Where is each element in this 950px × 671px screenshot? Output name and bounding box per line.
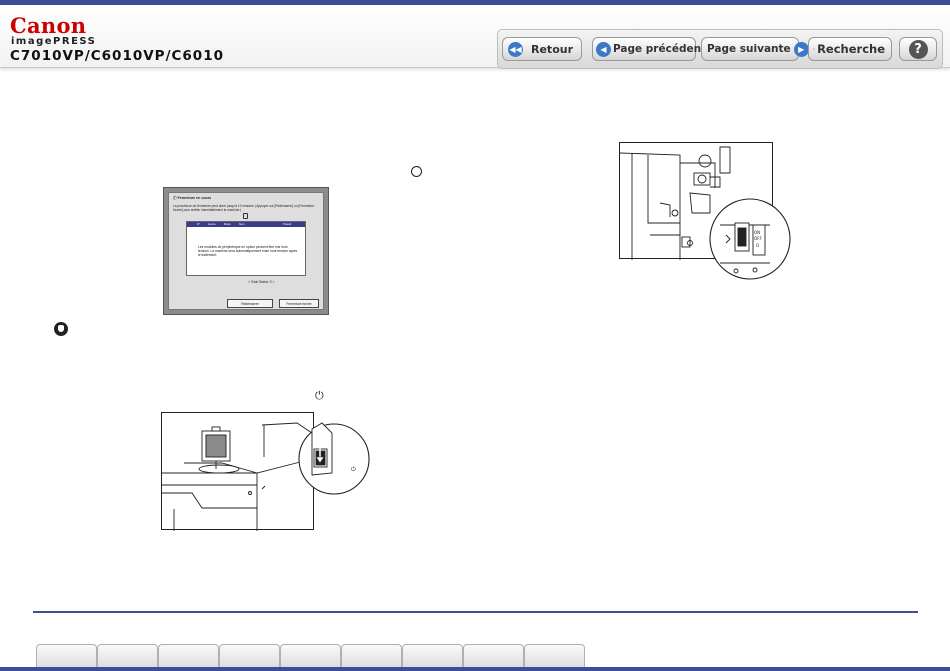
rewind-icon: ◀◀ <box>508 41 523 57</box>
interior-switch-illustration: ON OFF O <box>619 142 791 280</box>
screen-title: ⓘ Fermeture en cours <box>173 196 212 200</box>
manual-page: Canon imagePRESS C7010VP/C6010VP/C6010 ◀… <box>0 0 950 671</box>
svg-text:ON: ON <box>754 230 760 235</box>
header: Canon imagePRESS C7010VP/C6010VP/C6010 ◀… <box>0 5 950 69</box>
arrow-left-icon: ◀ <box>596 41 611 57</box>
important-icon <box>54 322 68 336</box>
svg-text:OFF: OFF <box>754 236 762 241</box>
screen-message: La procédure de fermeture peut durer jus… <box>173 204 315 212</box>
help-icon: ? <box>908 39 928 59</box>
svg-text:⏻: ⏻ <box>351 466 356 473</box>
back-button-label: Retour <box>531 42 574 56</box>
screen-table-message: Les modules de périphérique en option pe… <box>198 245 298 258</box>
screen-table-header: N° Heure Mode Nom Travail <box>187 222 305 227</box>
help-button[interactable]: ? <box>899 37 937 61</box>
footer-divider <box>33 611 918 613</box>
navigation-bar: ◀◀ Retour ◀ Page précédente Page suivant… <box>497 29 943 69</box>
brand-logo: Canon <box>10 13 87 38</box>
search-icon <box>813 48 815 50</box>
search-button[interactable]: Recherche <box>808 37 892 61</box>
forced-shutdown-button: Fermeture forcée <box>279 299 319 308</box>
hourglass-icon <box>243 213 248 219</box>
svg-text:O: O <box>756 243 759 248</box>
screen-job-table: N° Heure Mode Nom Travail Les modules de… <box>186 221 306 276</box>
bottom-accent-bar <box>0 667 950 671</box>
next-page-button[interactable]: Page suivante ▶ <box>701 37 809 61</box>
product-name: imagePRESS <box>11 36 97 47</box>
main-power-switch-illustration: ⏻ <box>161 412 370 531</box>
search-button-label: Recherche <box>817 42 885 56</box>
arrow-right-icon: ▶ <box>793 41 809 57</box>
previous-page-button[interactable]: ◀ Page précédente <box>592 37 713 61</box>
model-name: C7010VP/C6010VP/C6010 <box>10 48 224 64</box>
next-page-label: Page suivante <box>707 43 791 55</box>
back-button[interactable]: ◀◀ Retour <box>502 37 582 61</box>
restart-button: Redémarrer <box>227 299 273 308</box>
circle-icon <box>411 166 422 177</box>
screen-total-status: < Total Statut: 0 > <box>248 280 275 284</box>
power-icon: ⏻ <box>315 390 324 402</box>
shutdown-screen-illustration: ⓘ Fermeture en cours La procédure de fer… <box>163 187 329 315</box>
previous-page-label: Page précédente <box>613 43 714 55</box>
